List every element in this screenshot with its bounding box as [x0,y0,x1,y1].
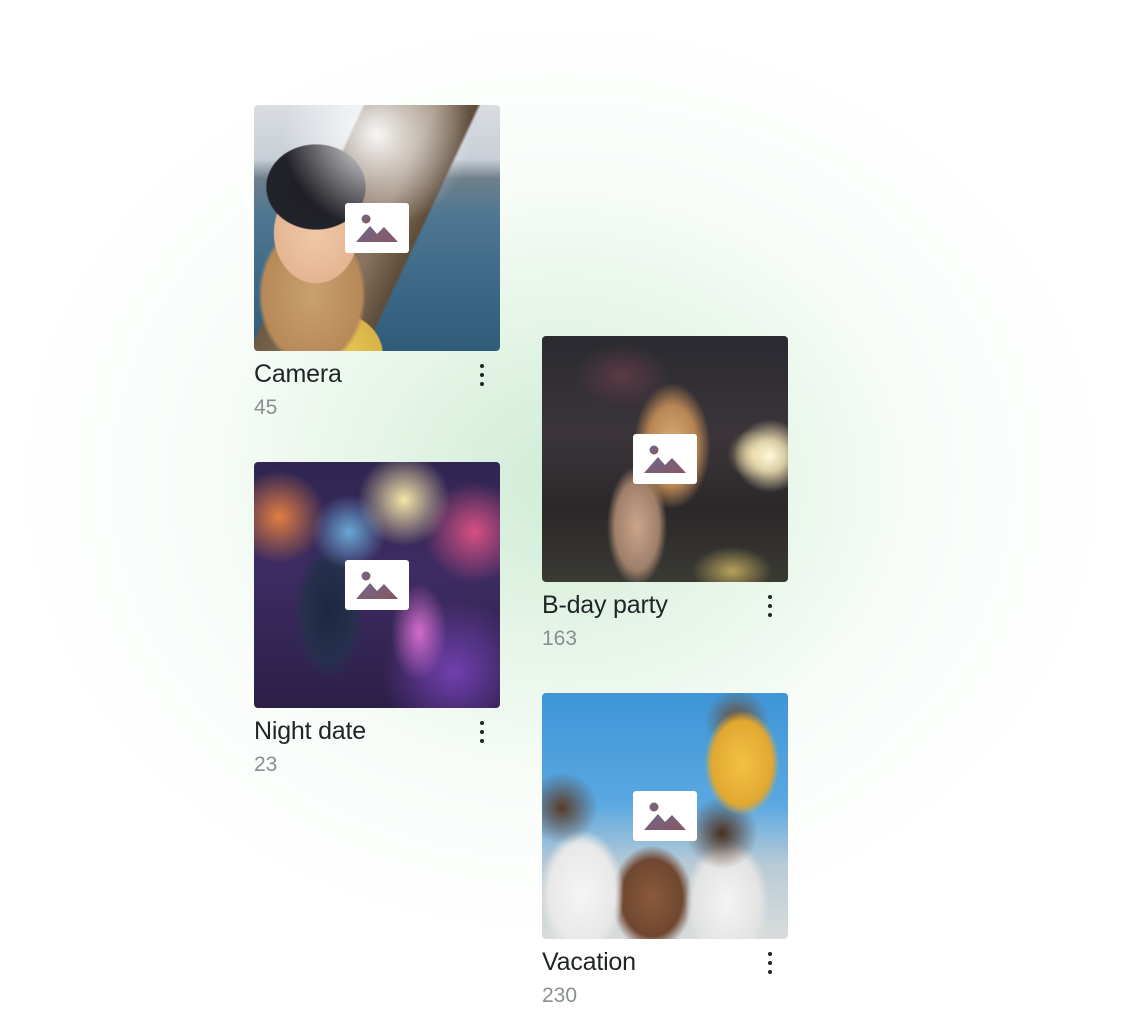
more-vertical-icon[interactable] [764,949,776,979]
more-vertical-icon[interactable] [476,718,488,748]
album-photo-count: 230 [542,984,578,1007]
image-placeholder-icon [345,560,409,610]
more-vertical-icon[interactable] [476,361,488,391]
album-title: Night date [254,717,366,745]
album-photo-count: 45 [254,396,278,419]
image-placeholder-icon [633,791,697,841]
album-title: B-day party [542,591,668,619]
album-thumbnail[interactable] [542,336,788,582]
album-thumbnail[interactable] [542,693,788,939]
album-thumbnail[interactable] [254,462,500,708]
album-title: Camera [254,360,342,388]
album-title: Vacation [542,948,636,976]
image-placeholder-icon [345,203,409,253]
album-card-vacation[interactable]: Vacation 230 [542,693,788,1009]
more-vertical-icon[interactable] [764,592,776,622]
image-placeholder-icon [633,434,697,484]
album-thumbnail[interactable] [254,105,500,351]
album-photo-count: 23 [254,753,278,776]
album-card-camera[interactable]: Camera 45 [254,105,500,421]
album-card-night-date[interactable]: Night date 23 [254,462,500,778]
album-card-bday-party[interactable]: B-day party 163 [542,336,788,652]
album-photo-count: 163 [542,627,578,650]
